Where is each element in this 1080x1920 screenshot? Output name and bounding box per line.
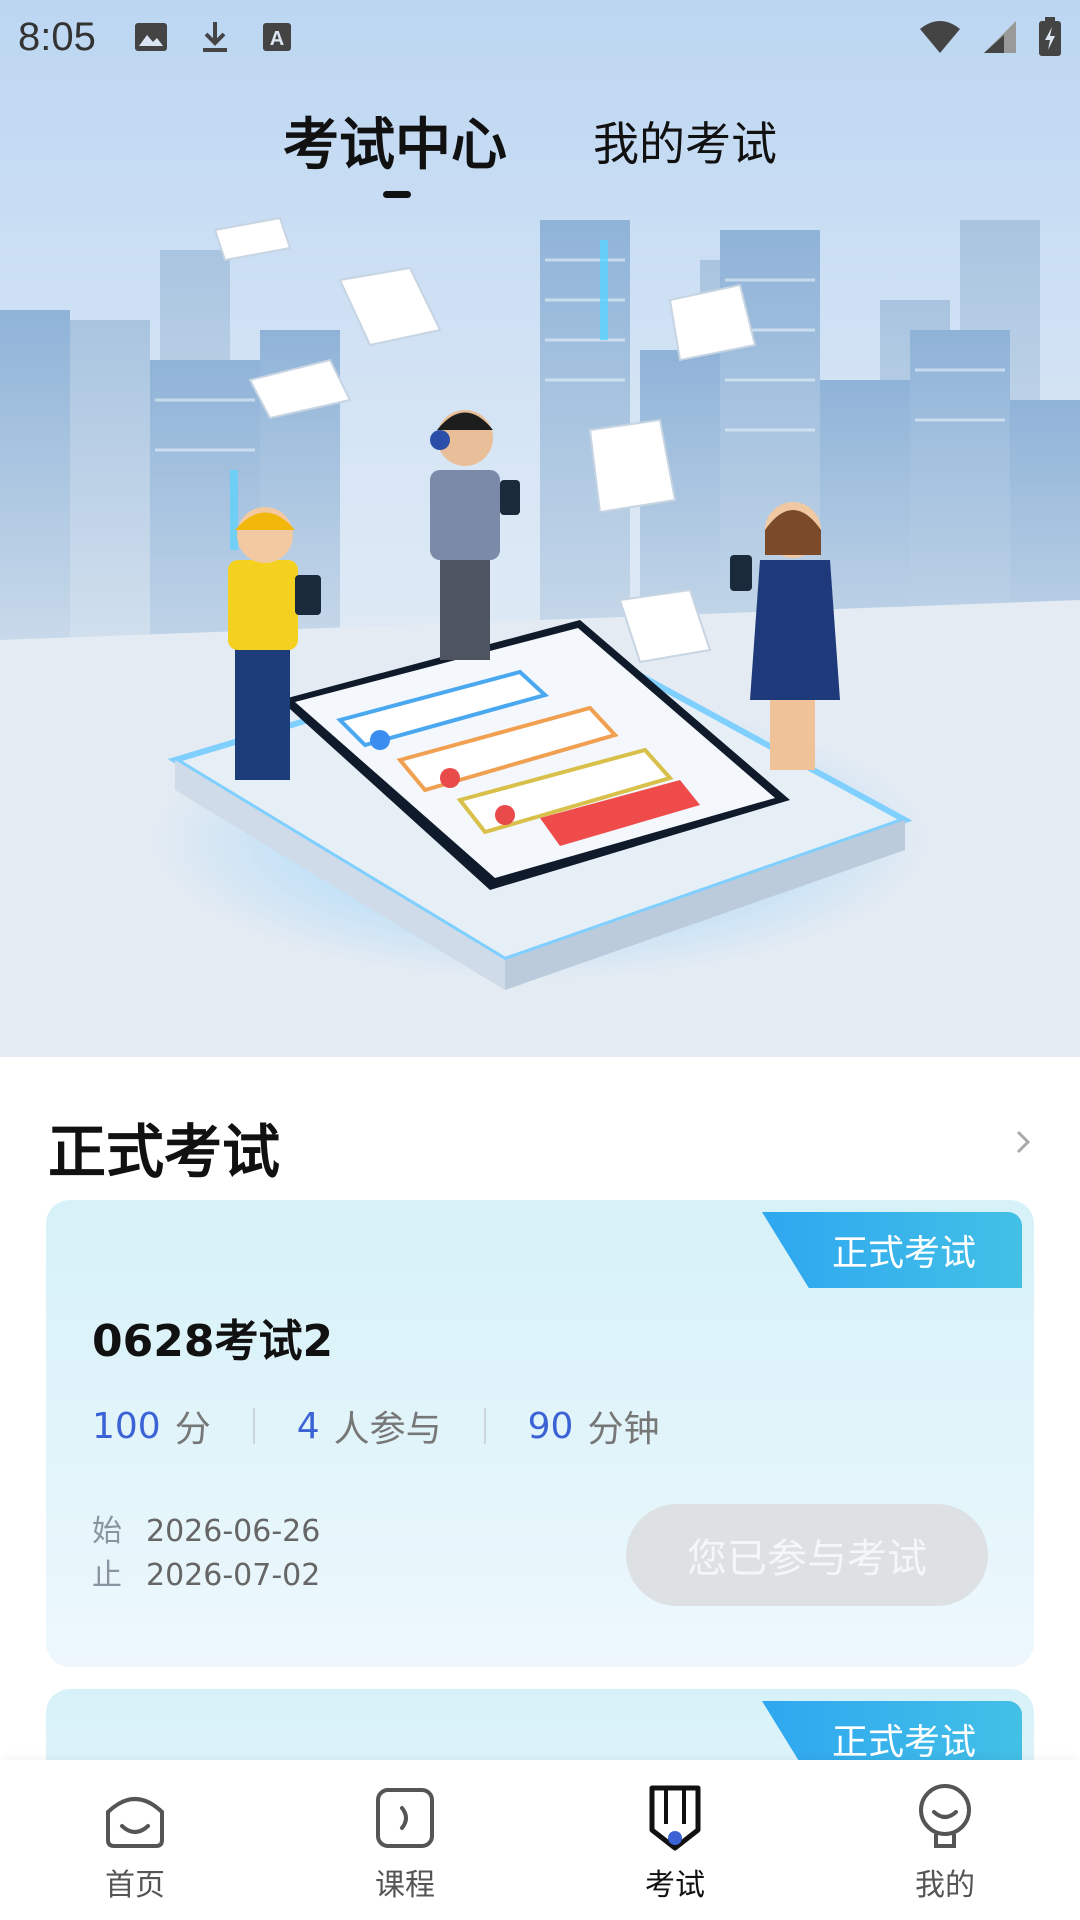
exam-duration: 90 — [527, 1405, 574, 1447]
end-date: 2026-07-02 — [146, 1558, 321, 1593]
section-title: 正式考试 — [48, 1118, 281, 1186]
exam-type-tag: 正式考试 — [762, 1212, 1022, 1288]
exam-card[interactable]: 正式考试 0628考试2 100 分 4 人参与 90 分钟 始 2026-06… — [46, 1200, 1034, 1667]
exam-name: 0628考试2 — [92, 1316, 334, 1367]
exam-icon — [649, 1785, 701, 1851]
exam-duration-unit: 分钟 — [587, 1409, 660, 1450]
exam-participants: 4 — [296, 1405, 320, 1447]
exam-dates: 始 2026-06-26 止 2026-07-02 — [92, 1510, 320, 1598]
tab-exam-center[interactable]: 考试中心 — [283, 100, 507, 181]
nav-exam-label: 考试 — [645, 1868, 705, 1903]
start-date: 2026-06-26 — [146, 1514, 321, 1549]
a-icon: A — [262, 23, 291, 51]
exam-score: 100 — [92, 1405, 161, 1447]
nav-profile[interactable]: 我的 — [810, 1760, 1080, 1920]
status-bar: 8:05 A — [0, 0, 1080, 74]
nav-profile-label: 我的 — [915, 1868, 975, 1903]
end-label: 止 — [92, 1558, 122, 1593]
profile-icon — [919, 1784, 971, 1848]
divider — [252, 1408, 255, 1444]
already-joined-button[interactable]: 您已参与考试 — [626, 1504, 988, 1606]
top-tab-bar: 考试中心 我的考试 — [0, 100, 1080, 200]
nav-home[interactable]: 首页 — [0, 1760, 270, 1920]
tab-active-indicator — [383, 191, 411, 198]
image-icon — [134, 23, 167, 51]
chevron-right-icon[interactable] — [1008, 1127, 1038, 1157]
nav-course[interactable]: 课程 — [270, 1760, 540, 1920]
home-icon — [106, 1797, 164, 1848]
exam-stats: 100 分 4 人参与 90 分钟 — [92, 1400, 659, 1452]
nav-home-label: 首页 — [105, 1868, 165, 1903]
nav-course-label: 课程 — [375, 1868, 435, 1903]
tab-my-exams[interactable]: 我的考试 — [593, 108, 777, 174]
wifi-icon — [920, 21, 960, 53]
course-icon — [376, 1788, 434, 1848]
exam-participants-unit: 人参与 — [333, 1409, 442, 1450]
start-label: 始 — [92, 1514, 122, 1549]
formal-exam-section-header[interactable]: 正式考试 — [48, 1105, 1038, 1186]
nav-exam[interactable]: 考试 — [540, 1760, 810, 1920]
divider — [483, 1408, 486, 1444]
exam-score-unit: 分 — [174, 1409, 211, 1450]
status-time: 8:05 — [18, 14, 96, 59]
hero-banner: 8:05 A 考试中心 我的考试 — [0, 0, 1080, 1057]
battery-icon — [1039, 17, 1061, 56]
svg-text:A: A — [270, 28, 284, 50]
bottom-navigation: 首页 课程 考试 我的 — [0, 1760, 1080, 1920]
download-icon — [202, 22, 227, 52]
signal-icon — [984, 21, 1016, 53]
